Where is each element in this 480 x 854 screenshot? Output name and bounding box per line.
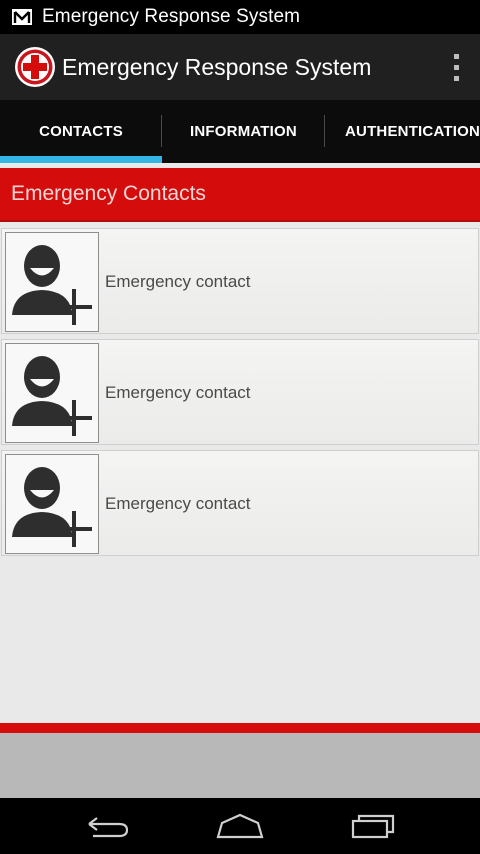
tab-authentication-label: AUTHENTICATION [345, 123, 480, 140]
contact-row-1[interactable]: Emergency contact [1, 228, 479, 334]
gmail-icon [12, 9, 32, 25]
action-bar: Emergency Response System [0, 34, 480, 100]
red-cross-icon[interactable] [14, 46, 56, 88]
tab-selected-indicator [0, 156, 162, 163]
add-contact-icon[interactable] [5, 454, 99, 554]
app-title: Emergency Response System [62, 53, 372, 80]
recent-apps-icon[interactable] [343, 798, 403, 854]
tab-bar: CONTACTS INFORMATION AUTHENTICATION [0, 100, 480, 163]
overflow-menu-icon[interactable] [436, 34, 476, 100]
bottom-accent-bar [0, 723, 480, 733]
tab-information[interactable]: INFORMATION [162, 100, 325, 163]
tab-contacts[interactable]: CONTACTS [0, 100, 162, 163]
tab-contacts-label: CONTACTS [39, 123, 123, 140]
status-bar-title: Emergency Response System [42, 6, 301, 27]
contact-label: Emergency contact [105, 383, 251, 402]
home-icon[interactable] [210, 798, 270, 854]
add-contact-icon[interactable] [5, 232, 99, 332]
contact-label: Emergency contact [105, 494, 251, 513]
contact-row-3[interactable]: Emergency contact [1, 450, 479, 556]
contact-row-2[interactable]: Emergency contact [1, 339, 479, 445]
section-title: Emergency Contacts [11, 182, 206, 205]
status-bar: Emergency Response System [0, 0, 480, 34]
back-icon[interactable] [77, 798, 137, 854]
section-header: Emergency Contacts [0, 168, 480, 222]
contact-label: Emergency contact [105, 272, 251, 291]
bottom-panel [0, 733, 480, 798]
add-contact-icon[interactable] [5, 343, 99, 443]
system-nav-bar [0, 798, 480, 854]
tab-information-label: INFORMATION [190, 123, 297, 140]
tab-authentication[interactable]: AUTHENTICATION [325, 100, 480, 163]
contact-list: Emergency contact Emergency contact Emer [0, 228, 480, 561]
